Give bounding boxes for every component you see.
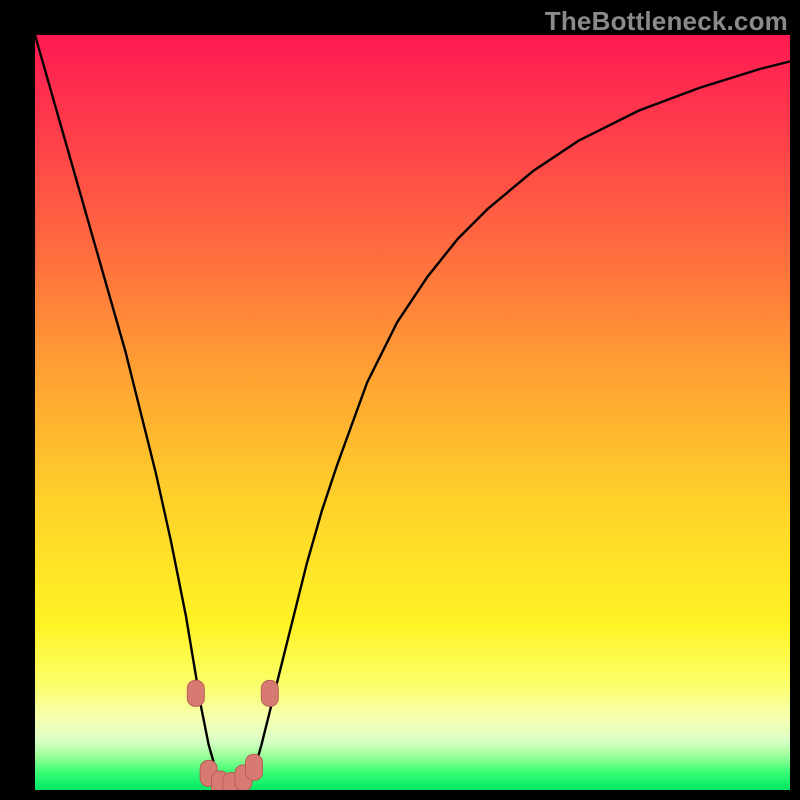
- data-marker: [261, 680, 278, 706]
- bottleneck-chart: [35, 35, 790, 790]
- plot-area: [35, 35, 790, 790]
- watermark-text: TheBottleneck.com: [545, 6, 788, 37]
- outer-frame: TheBottleneck.com: [0, 0, 800, 800]
- gradient-background: [35, 35, 790, 790]
- data-marker: [187, 680, 204, 706]
- data-marker: [245, 754, 262, 780]
